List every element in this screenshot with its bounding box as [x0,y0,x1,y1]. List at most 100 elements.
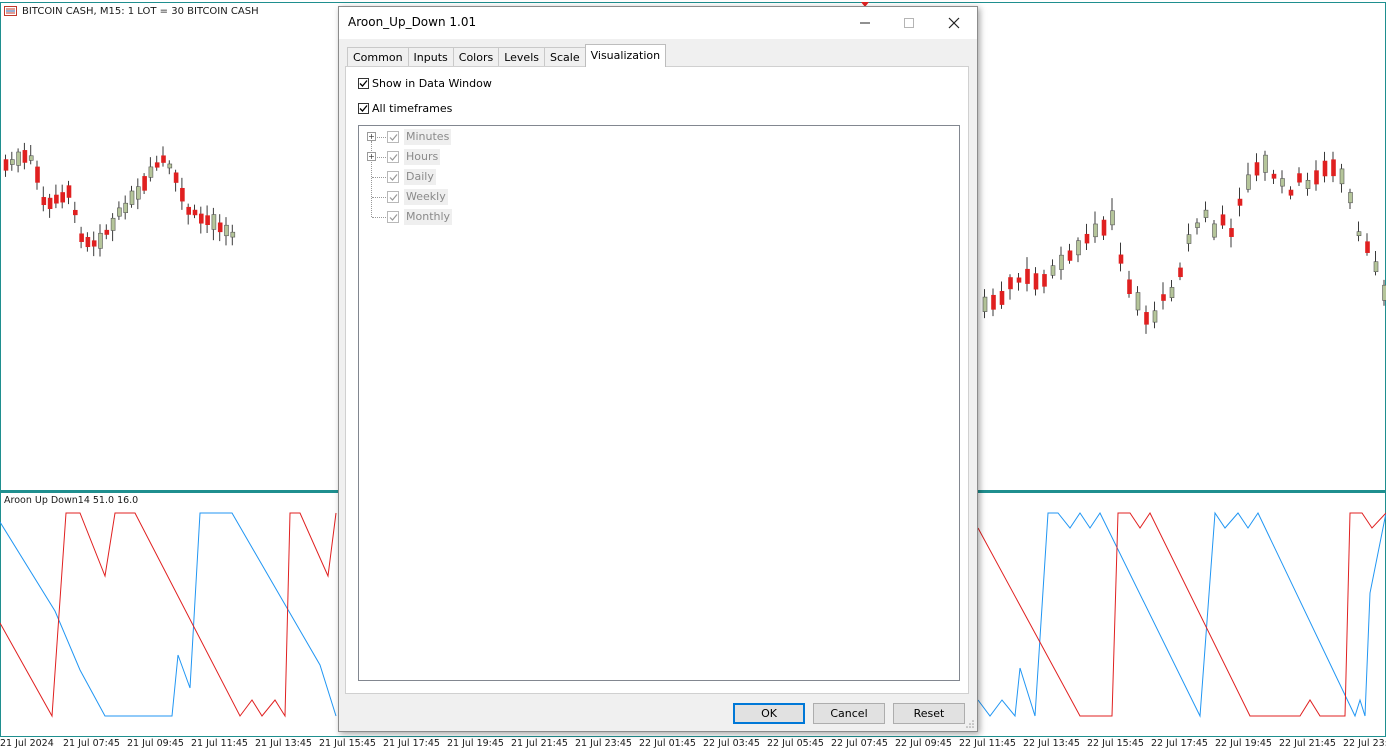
expand-icon[interactable]: + [367,152,376,161]
candle-body [1348,192,1353,204]
time-axis-label: 22 Jul 09:45 [895,738,952,749]
time-axis-label: 21 Jul 23:45 [575,738,632,749]
hours-checkbox[interactable] [387,151,399,163]
show-in-data-window-label: Show in Data Window [372,77,492,90]
weekly-checkbox[interactable] [387,191,399,203]
candle-body [3,159,9,171]
time-axis-label: 21 Jul 15:45 [319,738,376,749]
candle-body [1314,170,1319,185]
chart-type-icon [4,6,17,17]
check-icon [389,173,397,181]
ok-button[interactable]: OK [733,703,805,724]
candle-body [110,217,116,231]
candle-body [1152,310,1158,323]
candle-body [211,214,217,230]
all-timeframes-row[interactable]: All timeframes [358,102,452,115]
weekly-label: Weekly [404,189,448,205]
show-in-data-window-row[interactable]: Show in Data Window [358,77,492,90]
candle-body [1016,277,1022,283]
tree-item-daily[interactable]: Daily [359,168,959,186]
tab-visualization[interactable]: Visualization [584,44,667,67]
candle-body [1288,189,1294,196]
aroon-up-line [977,511,1386,718]
candle-body [60,192,66,203]
candle-body [1169,287,1175,298]
timeframes-tree[interactable]: + Minutes + Hours Daily Weekly Monthly [358,125,960,681]
candle-body [1263,154,1268,173]
candle-body [1382,284,1386,301]
maximize-button[interactable] [887,7,931,39]
time-axis-label: 21 Jul 2024 [0,738,54,749]
close-button[interactable] [932,7,976,39]
time-axis-label: 22 Jul 13:45 [1023,738,1080,749]
candle-body [91,240,97,247]
chart-title: BITCOIN CASH, M15: 1 LOT = 30 BITCOIN CA… [4,6,259,17]
candle-body [28,155,34,161]
daily-checkbox[interactable] [387,171,399,183]
tab-scale[interactable]: Scale [544,47,586,67]
cancel-button[interactable]: Cancel [813,703,885,724]
candle-body [1305,179,1311,189]
reset-button[interactable]: Reset [893,703,965,724]
candle-body [1059,254,1064,270]
candle-body [1076,240,1081,256]
candle-body [1339,168,1345,185]
check-icon [389,133,397,141]
expand-icon[interactable]: + [367,132,376,141]
aroon-down-line [0,512,337,718]
all-timeframes-checkbox[interactable] [358,103,369,114]
candle-body [1084,233,1090,244]
candle-body [1203,209,1209,218]
minimize-button[interactable] [843,7,887,39]
candle-body [1271,173,1277,179]
time-axis-label: 22 Jul 01:45 [639,738,696,749]
tree-item-weekly[interactable]: Weekly [359,188,959,206]
candle-body [1373,261,1379,273]
tree-item-hours[interactable]: + Hours [359,148,959,166]
candle-body [1280,178,1285,187]
candle-body [104,229,110,235]
tree-item-minutes[interactable]: + Minutes [359,128,959,146]
time-axis-label: 21 Jul 17:45 [383,738,440,749]
time-axis-label: 22 Jul 23:4 [1343,738,1386,749]
candle-body [47,197,53,209]
maximize-icon [904,18,914,28]
visualization-panel: Show in Data Window All timeframes + Min… [345,66,969,694]
candle-body [1025,268,1030,284]
tab-bar: Common Inputs Colors Levels Scale Visual… [347,44,667,67]
candle-body [1127,279,1132,294]
tab-common[interactable]: Common [347,47,409,67]
resize-grip-icon[interactable] [965,719,975,729]
candle-body [117,207,122,217]
daily-label: Daily [404,169,436,185]
time-axis-label: 21 Jul 19:45 [447,738,504,749]
tab-inputs[interactable]: Inputs [407,47,454,67]
tree-item-monthly[interactable]: Monthly [359,208,959,226]
aroon-down-line [977,512,1386,717]
check-icon [389,153,397,161]
candle-body [123,202,128,213]
candle-body [1186,234,1192,244]
tab-colors[interactable]: Colors [452,47,500,67]
candle-body [1331,159,1336,177]
time-axis-label: 21 Jul 07:45 [63,738,120,749]
candle-body [10,159,15,165]
candle-body [136,186,141,200]
candle-body [142,176,147,191]
candle-body [66,185,72,198]
candle-body [1135,292,1141,311]
show-in-data-window-checkbox[interactable] [358,78,369,89]
time-axis-label: 22 Jul 03:45 [703,738,760,749]
candle-body [173,172,179,183]
indicator-properties-dialog: Aroon_Up_Down 1.01 Common Inputs Colors … [338,6,978,732]
check-icon [359,80,368,87]
dialog-titlebar[interactable]: Aroon_Up_Down 1.01 [339,7,977,39]
time-axis-label: 22 Jul 21:45 [1279,738,1336,749]
monthly-label: Monthly [404,209,453,225]
monthly-checkbox[interactable] [387,211,399,223]
time-axis-label: 22 Jul 19:45 [1215,738,1272,749]
tab-levels[interactable]: Levels [498,47,545,67]
close-icon [948,17,960,29]
candle-body [54,194,59,204]
minutes-checkbox[interactable] [387,131,399,143]
